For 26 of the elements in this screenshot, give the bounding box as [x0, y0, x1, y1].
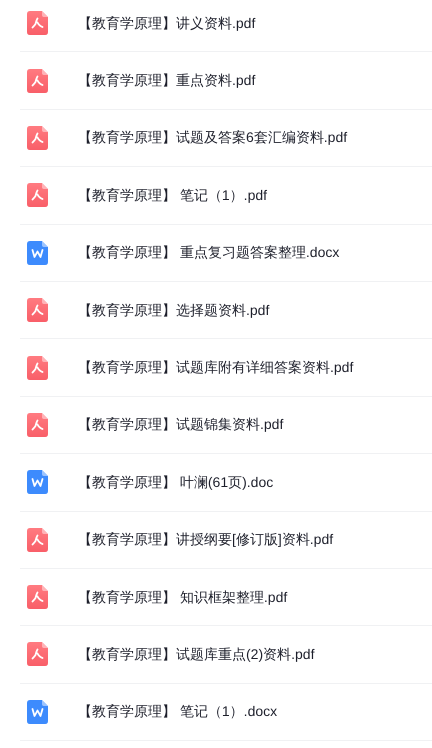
file-name[interactable]: 【教育学原理】 笔记（1）.docx — [78, 701, 278, 722]
file-name[interactable]: 【教育学原理】 知识框架整理.pdf — [78, 586, 288, 608]
file-name[interactable]: 【教育学原理】讲授纲要[修订版]资料.pdf — [78, 529, 334, 550]
pdf-file-icon — [27, 356, 48, 380]
pdf-file-icon — [27, 528, 48, 552]
file-name[interactable]: 【教育学原理】 重点复习题答案整理.docx — [78, 242, 340, 264]
file-name[interactable]: 【教育学原理】试题锦集资料.pdf — [78, 414, 284, 436]
pdf-file-icon — [27, 68, 48, 93]
file-name[interactable]: 【教育学原理】试题库附有详细答案资料.pdf — [78, 357, 354, 378]
pdf-file-icon — [27, 412, 48, 437]
file-name[interactable]: 【教育学原理】 笔记（1）.pdf — [78, 184, 268, 206]
file-name[interactable]: 【教育学原理】试题及答案6套汇编资料.pdf — [78, 127, 348, 148]
pdf-file-icon — [27, 298, 48, 322]
word-file-icon — [27, 700, 48, 724]
file-name[interactable]: 【教育学原理】试题库重点(2)资料.pdf — [78, 644, 314, 665]
file-name[interactable]: 【教育学原理】选择题资料.pdf — [78, 300, 270, 321]
file-name[interactable]: 【教育学原理】 叶澜(61页).doc — [78, 472, 274, 493]
pdf-file-icon — [27, 183, 48, 208]
pdf-file-icon — [27, 11, 48, 36]
word-file-icon — [27, 470, 48, 494]
pdf-file-icon — [27, 642, 48, 666]
pdf-file-icon — [27, 585, 48, 610]
file-name[interactable]: 【教育学原理】重点资料.pdf — [78, 70, 256, 92]
pdf-file-icon — [27, 126, 48, 150]
file-name[interactable]: 【教育学原理】讲义资料.pdf — [78, 12, 256, 34]
word-file-icon — [27, 240, 48, 265]
